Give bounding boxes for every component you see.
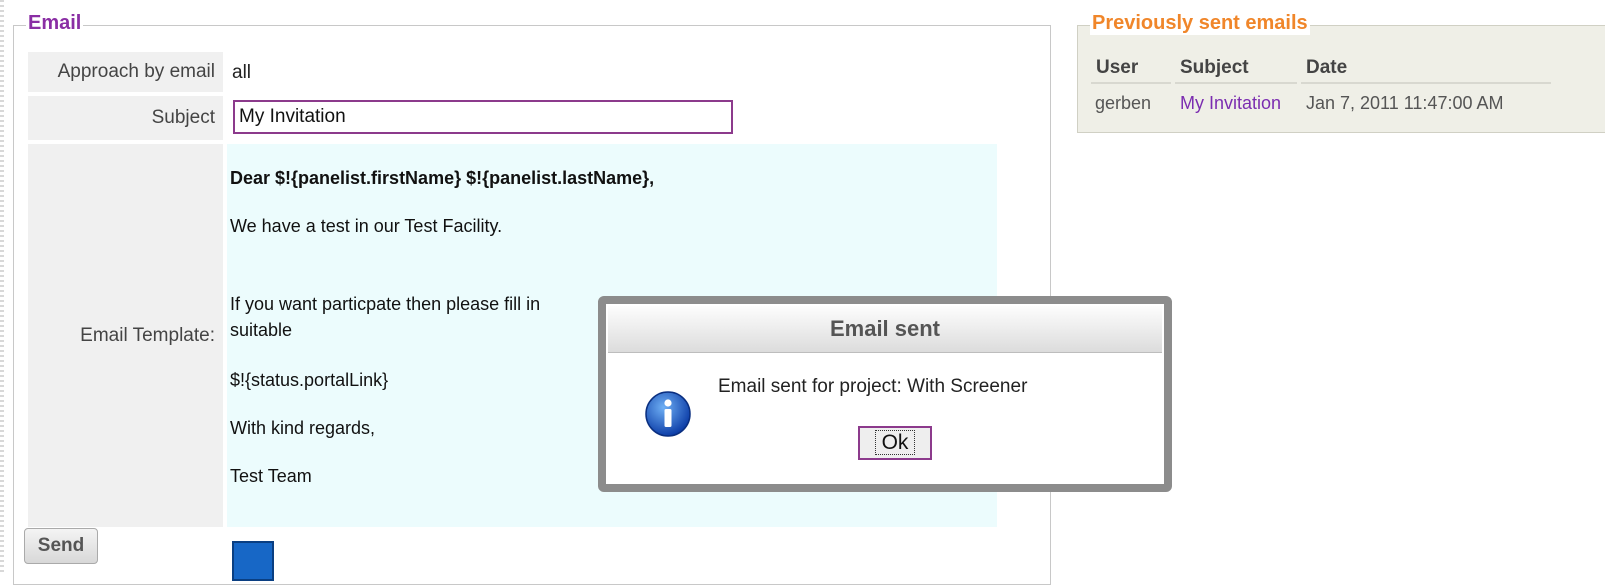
column-header-user: User	[1096, 57, 1139, 78]
header-divider	[1091, 82, 1171, 84]
color-swatch[interactable]	[232, 541, 274, 581]
header-divider	[1175, 82, 1297, 84]
row-user: gerben	[1095, 93, 1152, 113]
template-line: We have a test in our Test Facility.	[230, 216, 503, 236]
page-left-edge	[0, 0, 4, 574]
template-line: Test Team	[230, 466, 312, 486]
header-divider	[1301, 82, 1551, 84]
ok-button[interactable]: Ok	[858, 426, 932, 460]
template-label: Email Template:	[28, 144, 223, 527]
send-button[interactable]: Send	[24, 528, 98, 564]
template-line: suitable	[230, 320, 293, 340]
subject-input[interactable]	[233, 100, 733, 134]
previous-emails-fieldset: Previously sent emails	[1077, 12, 1605, 133]
column-header-date: Date	[1306, 57, 1348, 78]
template-line: $!{status.portalLink}	[230, 370, 389, 390]
previous-emails-legend: Previously sent emails	[1090, 12, 1310, 35]
column-header-subject: Subject	[1180, 57, 1249, 78]
email-sent-dialog: Email sent Email sent for project: With …	[598, 296, 1172, 492]
subject-label: Subject	[28, 96, 223, 140]
dialog-message: Email sent for project: With Screener	[718, 376, 1028, 397]
email-legend: Email	[26, 12, 84, 35]
dialog-title: Email sent	[608, 306, 1162, 353]
approach-value: all	[232, 62, 252, 83]
template-line: Dear $!{panelist.firstName} $!{panelist.…	[230, 168, 655, 188]
ok-label: Ok	[874, 430, 916, 455]
row-subject-link[interactable]: My Invitation	[1180, 93, 1281, 114]
template-line: With kind regards,	[230, 418, 376, 438]
row-date: Jan 7, 2011 11:47:00 AM	[1306, 93, 1504, 113]
info-icon	[645, 391, 691, 437]
template-line: If you want particpate then please fill …	[230, 294, 541, 314]
approach-label: Approach by email	[28, 52, 223, 92]
